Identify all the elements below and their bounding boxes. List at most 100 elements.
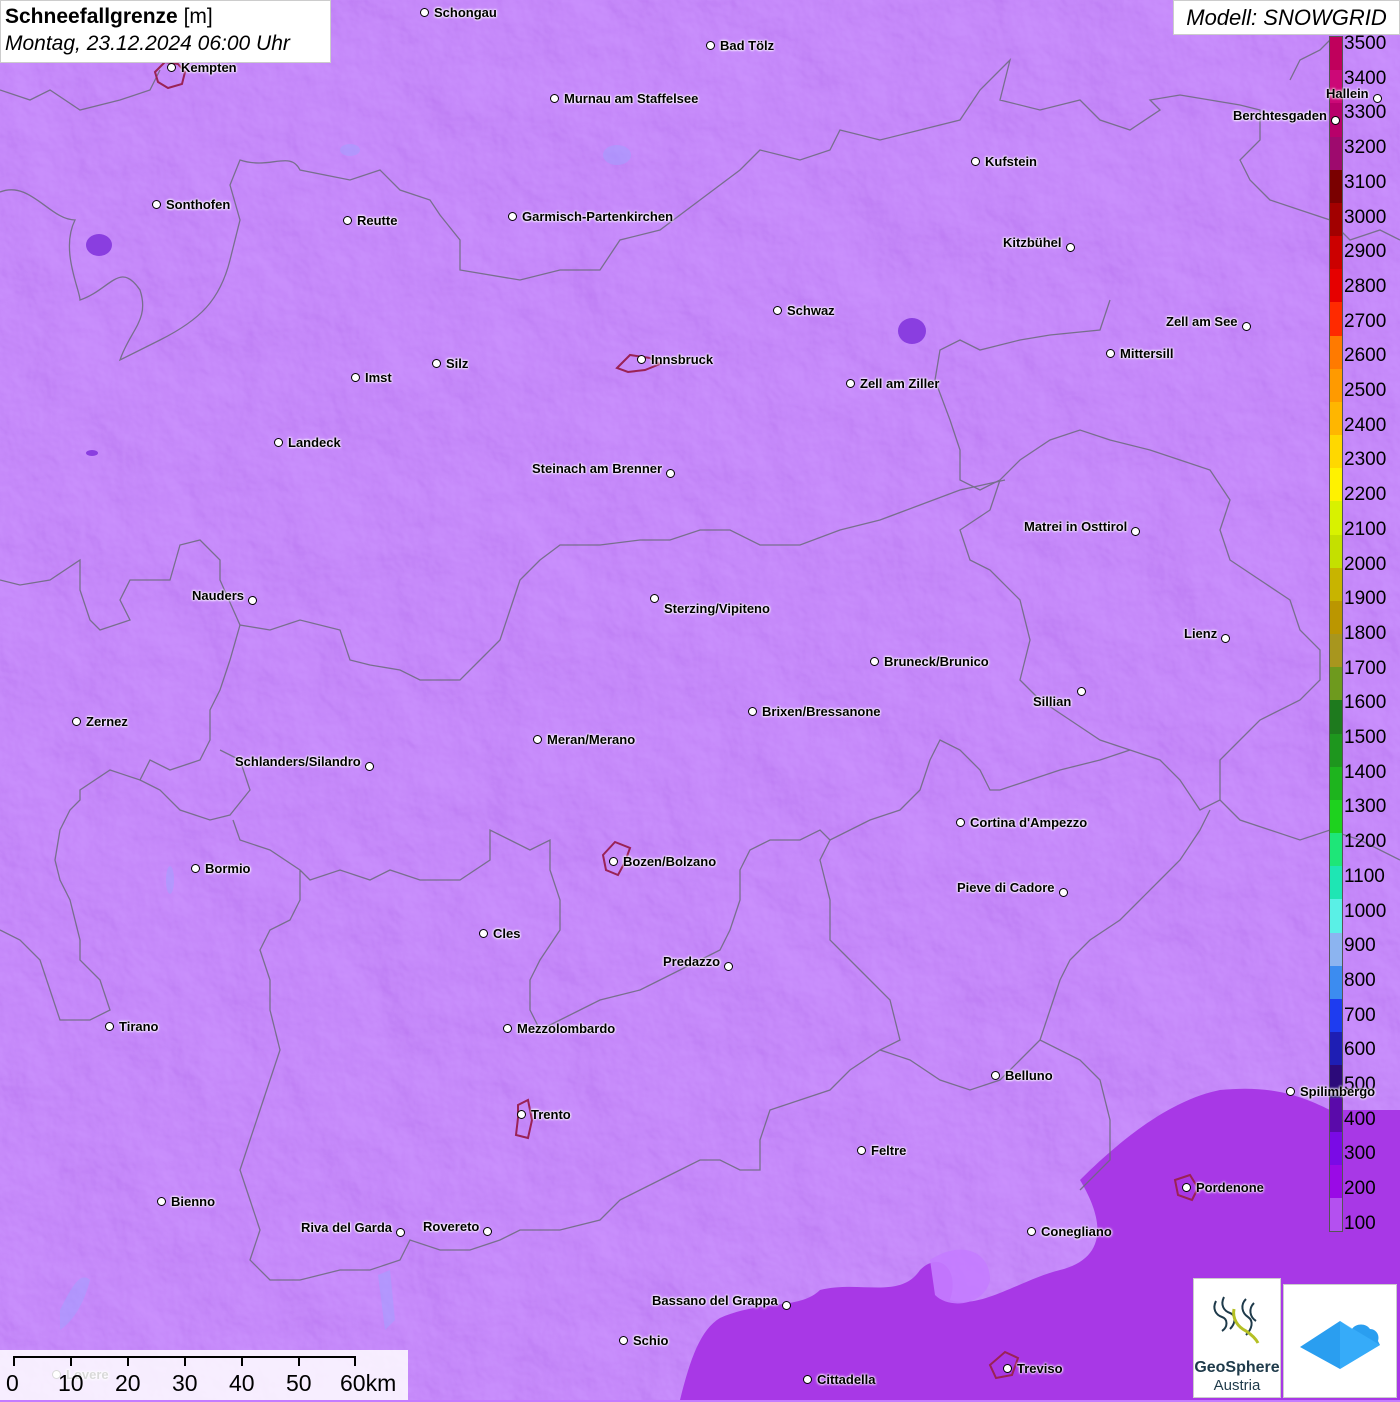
city-marker [1106,349,1115,358]
legend-label: 3000 [1344,206,1387,228]
city-label: Predazzo [663,954,721,969]
city-marker [846,379,855,388]
city-marker [1286,1087,1295,1096]
city-label: Brixen/Bressanone [762,704,881,719]
scale-label: 40 [229,1370,255,1396]
city-label: Kitzbühel [1003,235,1062,250]
city-marker [666,469,675,478]
scale-tick [241,1356,243,1366]
variable-unit: [m] [183,5,213,28]
geosphere-emblem-icon [1213,1296,1260,1344]
geosphere-name: GeoSphere [1194,1359,1280,1376]
city-label: Sonthofen [166,197,231,212]
city-label: Murnau am Staffelsee [564,91,699,106]
title-panel: Schneefallgrenze [m] Montag, 23.12.2024 … [0,0,331,63]
city-marker [773,306,782,315]
legend-label: 3200 [1344,137,1387,159]
city-label: Matrei in Osttirol [1024,519,1128,534]
scale-tick [298,1356,300,1366]
legend-label: 100 [1344,1212,1376,1234]
city-marker [956,818,965,827]
legend-label: 200 [1344,1178,1376,1200]
legend-label: 1400 [1344,761,1387,783]
legend-color-band [1330,1164,1342,1199]
legend-label: 2600 [1344,345,1387,367]
city-marker [609,857,618,866]
city-marker [396,1228,405,1237]
legend-color-band [1330,37,1342,71]
city-marker [479,929,488,938]
weather-app-icon [1300,1321,1380,1369]
legend-label: 800 [1344,969,1376,991]
scale-label: 20 [115,1370,141,1396]
city-label: Treviso [1017,1361,1063,1376]
city-marker [167,63,176,72]
scale-label: 0 [6,1370,19,1396]
city-marker [1077,687,1086,696]
map-title: Schneefallgrenze [m] [5,4,326,30]
legend-color-band [1330,269,1342,303]
city-marker [1003,1364,1012,1373]
city-label: Kempten [181,60,237,75]
legend-label: 300 [1344,1143,1376,1165]
scale-tick [354,1356,356,1366]
legend-label: 2800 [1344,275,1387,297]
geosphere-logo[interactable]: GeoSphere Austria [1193,1278,1281,1398]
city-label: Cittadella [817,1372,876,1387]
legend-color-band [1330,236,1342,270]
city-marker [1242,322,1251,331]
legend-label: 2500 [1344,380,1387,401]
legend-label: 2700 [1344,310,1387,332]
city-marker [1373,94,1382,103]
legend-label: 3500 [1344,33,1387,54]
city-label: Bruneck/Brunico [884,654,989,669]
city-label: Garmisch-Partenkirchen [522,209,674,224]
city-label: Innsbruck [651,352,714,367]
city-label: Zell am Ziller [860,376,940,391]
city-label: Cles [493,926,521,941]
city-label: Landeck [288,435,341,450]
legend-color-band [1330,567,1342,602]
city-label: Bad Tölz [720,38,775,53]
city-label: Schio [633,1333,669,1348]
legend-color-band [1330,600,1342,635]
city-marker [274,438,283,447]
legend-color-band [1330,368,1342,403]
city-marker [152,200,161,209]
city-marker [991,1071,1000,1080]
city-marker [533,735,542,744]
city-label: Schongau [434,5,497,20]
forecast-datetime: Montag, 23.12.2024 06:00 Uhr [5,32,290,55]
city-marker [157,1197,166,1206]
city-label: Steinach am Brenner [532,461,663,476]
city-label: Spilimbergo [1300,1084,1376,1099]
city-label: Bozen/Bolzano [623,854,717,869]
legend-color-band [1330,435,1342,469]
geosphere-country: Austria [1213,1377,1261,1394]
legend-label: 1800 [1344,622,1387,644]
city-label: Belluno [1005,1068,1053,1083]
city-label: Zell am See [1166,314,1238,329]
city-label: Bienno [171,1194,216,1209]
scale-label: 50 [286,1370,312,1396]
color-legend [1329,36,1343,1232]
legend-color-band [1330,534,1342,569]
city-label: Mittersill [1120,346,1174,361]
legend-color-band [1330,335,1342,370]
weather-app-logo[interactable] [1283,1284,1397,1398]
snowline-patch [86,234,112,256]
city-marker [1221,634,1230,643]
legend-label: 400 [1344,1108,1376,1130]
variable-name: Schneefallgrenze [5,5,178,28]
city-label: Nauders [192,588,245,603]
city-marker [782,1301,791,1310]
city-label: Berchtesgaden [1233,108,1327,123]
legend-label: 2200 [1344,484,1387,506]
scale-tick [70,1356,72,1366]
legend-color-band [1330,833,1342,867]
city-label: Silz [446,356,469,371]
legend-color-band [1330,634,1342,668]
city-marker [1131,527,1140,536]
city-label: Tirano [119,1019,159,1034]
legend-color-band [1330,302,1342,336]
